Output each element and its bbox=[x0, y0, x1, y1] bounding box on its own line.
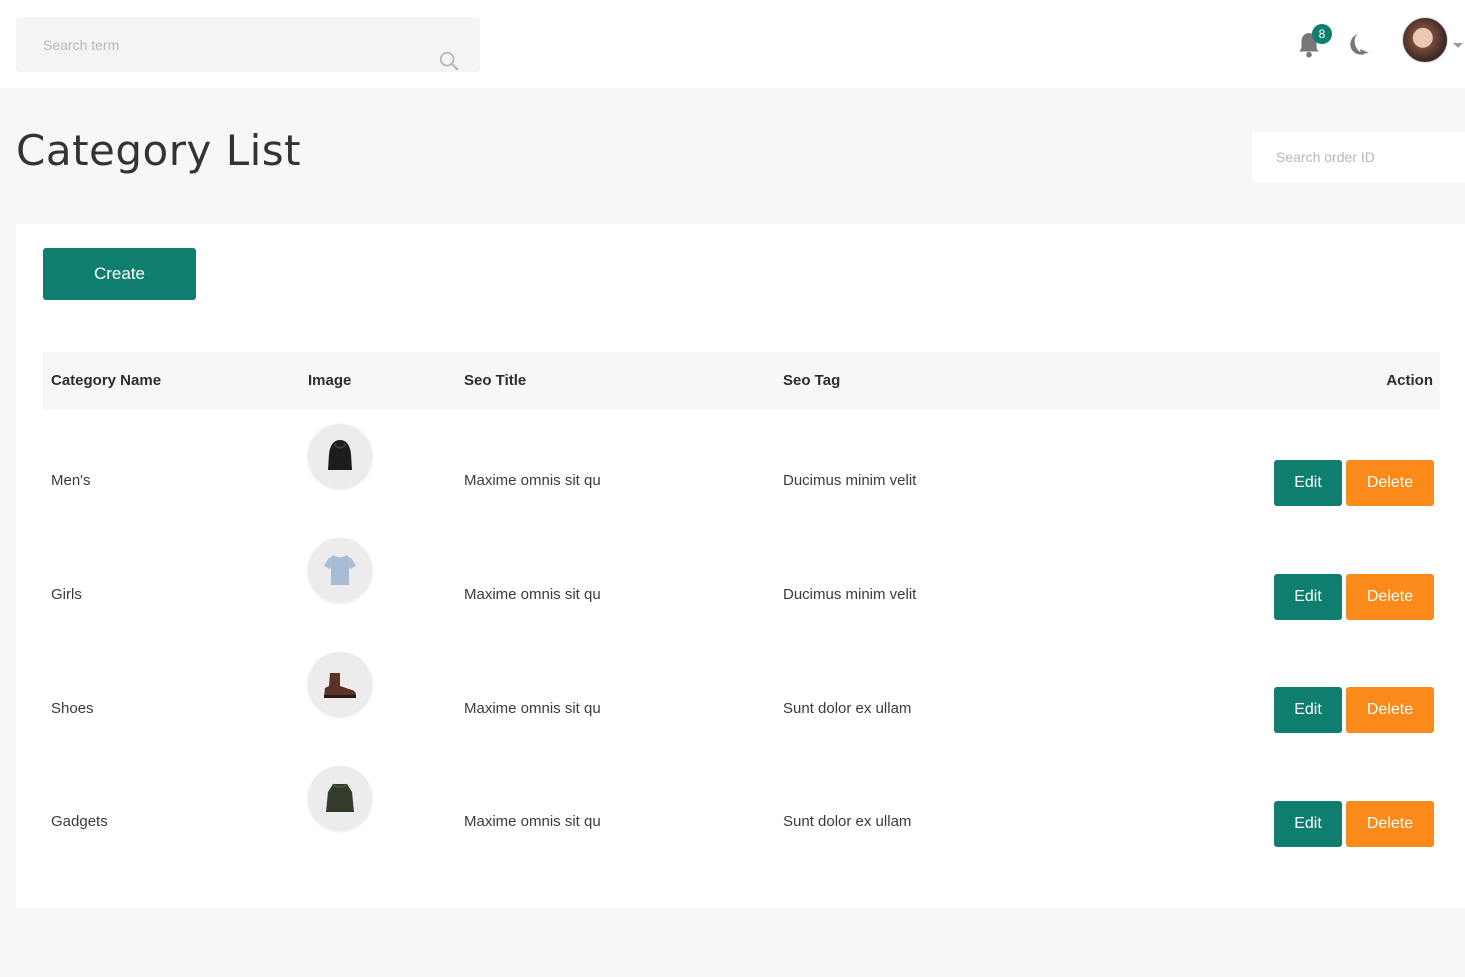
seo-tag: Ducimus minim velit bbox=[783, 586, 917, 603]
hoodie-image bbox=[328, 440, 352, 470]
avatar[interactable] bbox=[1402, 17, 1448, 63]
seo-tag: Sunt dolor ex ullam bbox=[783, 700, 912, 717]
category-name: Gadgets bbox=[51, 813, 108, 830]
table-header: Category Name Image Seo Title Seo Tag Ac… bbox=[43, 352, 1440, 410]
category-image bbox=[308, 766, 372, 830]
moon-icon[interactable] bbox=[1344, 31, 1374, 59]
column-header-action: Action bbox=[1386, 372, 1433, 389]
seo-tag: Sunt dolor ex ullam bbox=[783, 813, 912, 830]
seo-title: Maxime omnis sit qu bbox=[464, 586, 601, 603]
jacket-image bbox=[326, 783, 354, 812]
page-title: Category List bbox=[16, 126, 302, 175]
column-header-category-name: Category Name bbox=[51, 372, 162, 389]
column-header-seo-title: Seo Title bbox=[464, 372, 527, 389]
seo-title: Maxime omnis sit qu bbox=[464, 813, 601, 830]
search-icon[interactable] bbox=[438, 50, 460, 72]
delete-button[interactable]: Delete bbox=[1346, 801, 1434, 847]
category-image bbox=[308, 424, 372, 488]
search-input[interactable] bbox=[16, 17, 416, 72]
column-header-seo-tag: Seo Tag bbox=[783, 372, 841, 389]
notification-badge: 8 bbox=[1312, 24, 1332, 44]
create-button[interactable]: Create bbox=[43, 248, 196, 300]
category-name: Girls bbox=[51, 586, 82, 603]
order-search-input[interactable] bbox=[1252, 132, 1465, 182]
chevron-down-icon[interactable] bbox=[1453, 43, 1463, 48]
edit-button[interactable]: Edit bbox=[1274, 574, 1342, 620]
seo-title: Maxime omnis sit qu bbox=[464, 472, 601, 489]
tshirt-image bbox=[324, 555, 356, 585]
category-card: Create Category Name Image Seo Title Seo… bbox=[16, 224, 1465, 908]
category-name: Men's bbox=[51, 472, 91, 489]
table-row: Shoes Maxime omnis sit qu Sunt dolor ex … bbox=[43, 652, 1440, 766]
category-image bbox=[308, 652, 372, 716]
category-name: Shoes bbox=[51, 700, 94, 717]
edit-button[interactable]: Edit bbox=[1274, 460, 1342, 506]
edit-button[interactable]: Edit bbox=[1274, 687, 1342, 733]
top-bar: 8 bbox=[0, 0, 1465, 88]
category-image bbox=[308, 538, 372, 602]
delete-button[interactable]: Delete bbox=[1346, 687, 1434, 733]
search-box bbox=[16, 17, 480, 72]
column-header-image: Image bbox=[308, 372, 352, 389]
table-row: Gadgets Maxime omnis sit qu Sunt dolor e… bbox=[43, 766, 1440, 880]
delete-button[interactable]: Delete bbox=[1346, 574, 1434, 620]
edit-button[interactable]: Edit bbox=[1274, 801, 1342, 847]
table-row: Girls Maxime omnis sit qu Ducimus minim … bbox=[43, 538, 1440, 652]
delete-button[interactable]: Delete bbox=[1346, 460, 1434, 506]
seo-tag: Ducimus minim velit bbox=[783, 472, 917, 489]
boot-image bbox=[324, 673, 356, 698]
table-row: Men's Maxime omnis sit qu Ducimus minim … bbox=[43, 424, 1440, 538]
seo-title: Maxime omnis sit qu bbox=[464, 700, 601, 717]
